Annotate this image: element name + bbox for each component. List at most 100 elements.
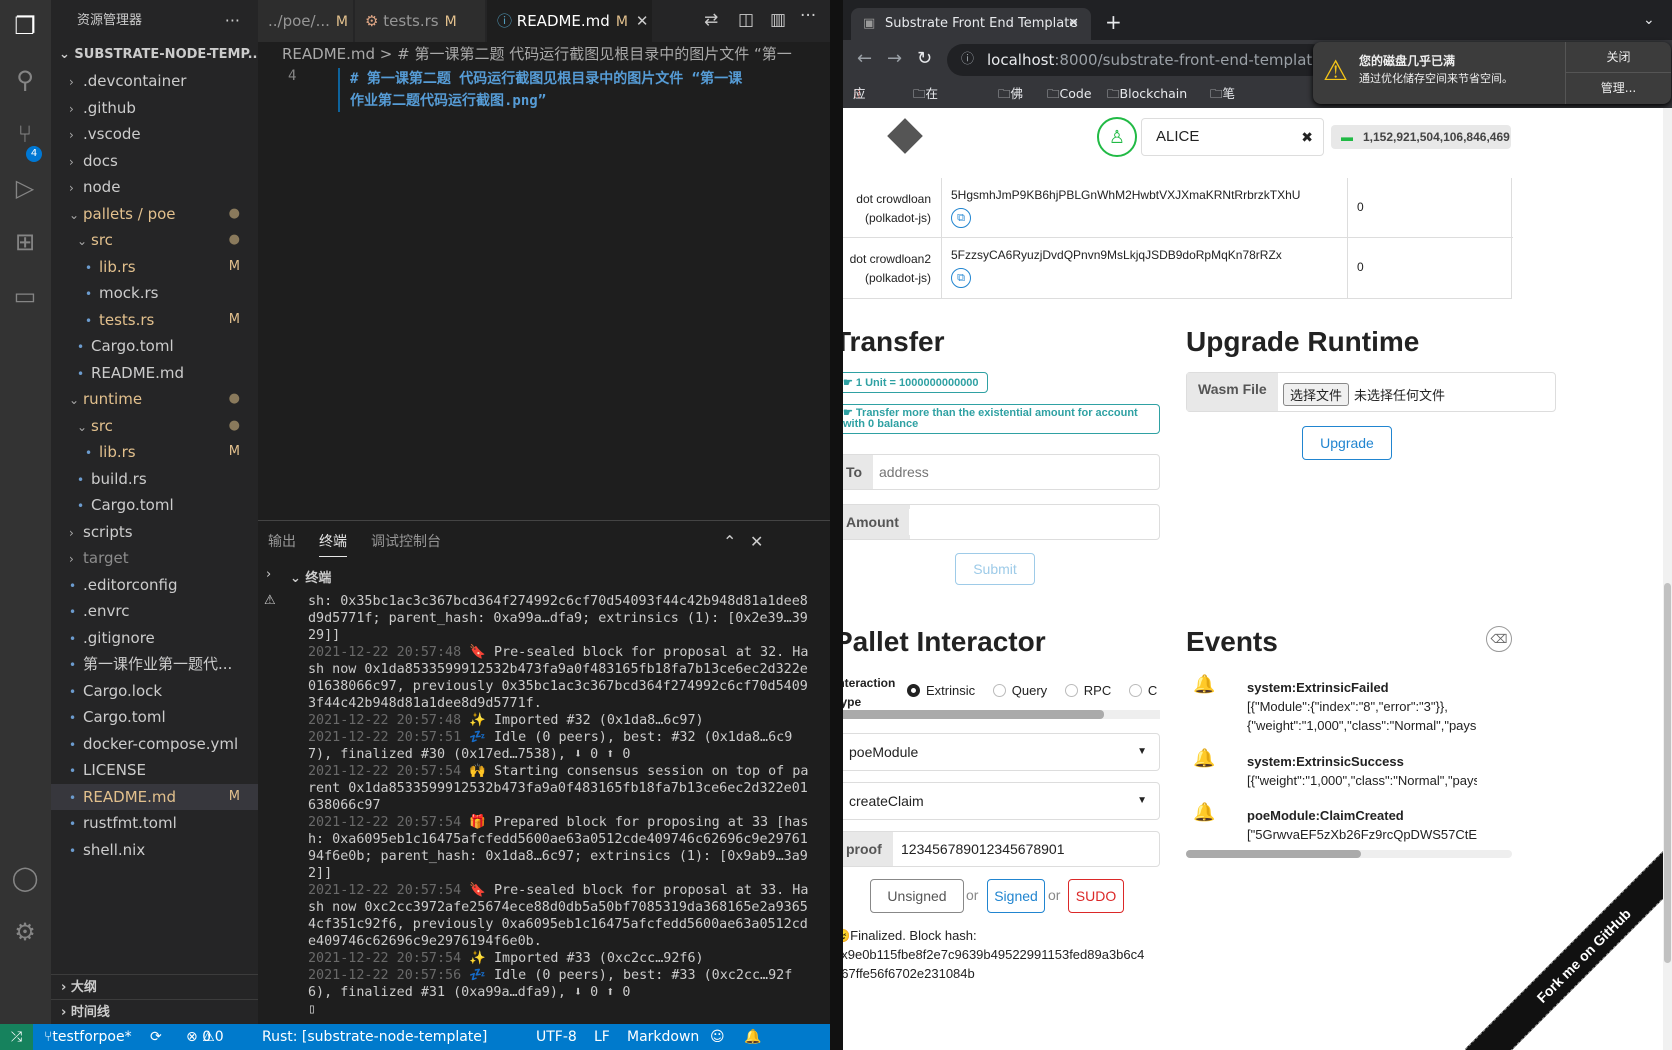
open-changes-icon[interactable]: ⇄ xyxy=(704,10,718,30)
tree-file[interactable]: • docker-compose.yml xyxy=(51,731,258,758)
tab-tests-rs[interactable]: ⚙ tests.rs M xyxy=(355,0,485,42)
tab-close-icon[interactable]: ✕ xyxy=(1068,8,1079,40)
explorer-icon[interactable]: ❐ xyxy=(9,10,41,42)
new-tab-icon[interactable]: + xyxy=(1105,10,1122,34)
split-editor-icon[interactable]: ▥ xyxy=(770,10,786,30)
tree-file[interactable]: • rustfmt.toml xyxy=(51,810,258,837)
tree-folder[interactable]: ⌄ runtime ● xyxy=(51,386,258,413)
manage-button[interactable]: 管理... xyxy=(1565,73,1671,104)
bookmark-folder[interactable]: 🗀 佛 xyxy=(998,80,1023,108)
extensions-icon[interactable]: ⊞ xyxy=(9,226,41,258)
events-scrollbar[interactable] xyxy=(1186,850,1512,858)
radio-query[interactable]: Query xyxy=(992,683,1047,698)
bookmark-folder[interactable]: 🗀 在线课堂 xyxy=(913,80,938,185)
remote-icon[interactable]: ⤮ xyxy=(0,1024,33,1050)
page-scrollbar[interactable] xyxy=(1663,108,1672,1050)
tree-file[interactable]: • README.md M xyxy=(51,783,258,810)
tree-folder[interactable]: › .github xyxy=(51,95,258,122)
radio-rpc[interactable]: RPC xyxy=(1064,683,1111,698)
terminal-output[interactable]: sh: 0x35bc1ac3c367bcd364f274992c6cf70d54… xyxy=(308,593,810,1025)
problems-indicator[interactable]: ⊗ 0 ⚠ 0 xyxy=(186,1024,224,1050)
tree-file[interactable]: • .envrc xyxy=(51,598,258,625)
tree-folder[interactable]: › target xyxy=(51,545,258,572)
fork-ribbon[interactable]: Fork me on GitHub xyxy=(1464,836,1672,1050)
eraser-icon[interactable]: ⌫ xyxy=(1486,626,1512,652)
tree-folder[interactable]: › .devcontainer xyxy=(51,68,258,95)
choose-file-button[interactable]: 选择文件 xyxy=(1283,383,1350,406)
tree-file[interactable]: • tests.rs M xyxy=(51,307,258,334)
project-root[interactable]: ⌄ SUBSTRATE-NODE-TEMP... xyxy=(51,42,258,68)
tree-folder[interactable]: ⌄ pallets / poe ● xyxy=(51,201,258,228)
preview-icon[interactable]: ◫ xyxy=(738,10,754,30)
address-bar[interactable]: ⓘ localhost:8000/substrate-front-end-tem… xyxy=(947,44,1327,76)
tree-file[interactable]: • .editorconfig xyxy=(51,572,258,599)
tab-debug-console[interactable]: 调试控制台 xyxy=(371,521,441,563)
amount-input[interactable] xyxy=(909,509,1149,535)
more-actions-icon[interactable]: ··· xyxy=(225,0,240,42)
upgrade-button[interactable]: Upgrade xyxy=(1302,426,1392,460)
notifications-icon[interactable]: 🔔 xyxy=(744,1024,761,1050)
tree-file[interactable]: • README.md xyxy=(51,360,258,387)
sync-icon[interactable]: ⟳ xyxy=(150,1024,162,1050)
radio-constant[interactable]: C xyxy=(1128,683,1157,698)
tree-file[interactable]: • Cargo.toml xyxy=(51,333,258,360)
forward-icon[interactable]: → xyxy=(887,48,902,69)
signed-button[interactable]: Signed xyxy=(987,879,1045,913)
reload-icon[interactable]: ↻ xyxy=(917,48,932,69)
tree-folder[interactable]: › scripts xyxy=(51,519,258,546)
more-icon[interactable]: ··· xyxy=(800,6,816,26)
outline-section[interactable]: › 大纲 xyxy=(51,974,258,999)
submit-button[interactable]: Submit xyxy=(955,553,1035,585)
run-debug-icon[interactable]: ▷ xyxy=(9,172,41,204)
rust-status[interactable]: Rust: [substrate-node-template] xyxy=(262,1024,487,1050)
horizontal-scrollbar[interactable] xyxy=(843,710,1160,719)
tree-folder[interactable]: › docs xyxy=(51,148,258,175)
tree-file[interactable]: • Cargo.toml xyxy=(51,704,258,731)
settings-gear-icon[interactable]: ⚙ xyxy=(9,916,41,948)
tree-file[interactable]: • Cargo.toml xyxy=(51,492,258,519)
account-selector[interactable]: ALICE ✖ xyxy=(1141,118,1324,156)
line-ending[interactable]: LF xyxy=(594,1024,610,1050)
tree-file[interactable]: • Cargo.lock xyxy=(51,678,258,705)
terminal-header[interactable]: ⌄ 终端 xyxy=(290,567,331,586)
bookmark-folder[interactable]: 🗀 Blockchain xyxy=(1107,80,1187,108)
git-branch[interactable]: ⑂ testforpoe* xyxy=(44,1024,132,1050)
tree-folder[interactable]: ⌄ src ● xyxy=(51,413,258,440)
tree-folder[interactable]: › .vscode xyxy=(51,121,258,148)
bookmark-folder[interactable]: 🗀 笔记站点 xyxy=(1210,80,1235,185)
feedback-icon[interactable]: ☺ xyxy=(710,1024,725,1050)
encoding[interactable]: UTF-8 xyxy=(536,1024,577,1050)
editor-area[interactable]: 4 # 第一课第二题 代码运行截图见根目录中的图片文件 “第一课 作业第二题代码… xyxy=(258,66,830,520)
sudo-button[interactable]: SUDO xyxy=(1068,879,1124,913)
bookmark-folder[interactable]: 🗀 Code xyxy=(1047,80,1092,108)
scrollbar-thumb[interactable] xyxy=(843,710,1104,719)
address-input[interactable] xyxy=(879,459,1149,485)
tree-file[interactable]: • .gitignore xyxy=(51,625,258,652)
maximize-panel-icon[interactable]: ⌃ xyxy=(723,521,736,563)
tab-poe[interactable]: ../poe/... M xyxy=(258,0,353,42)
tree-file[interactable]: • 第一课作业第一题代... xyxy=(51,651,258,678)
tree-file[interactable]: • build.rs xyxy=(51,466,258,493)
scrollbar-thumb[interactable] xyxy=(1186,850,1361,858)
back-icon[interactable]: ← xyxy=(857,48,872,69)
remote-explorer-icon[interactable]: ▭ xyxy=(9,280,41,312)
close-button[interactable]: 关闭 xyxy=(1565,42,1671,73)
tab-output[interactable]: 输出 xyxy=(268,521,296,563)
copy-icon[interactable]: ⧉ xyxy=(951,208,971,228)
tree-file[interactable]: • LICENSE xyxy=(51,757,258,784)
scrollbar-thumb[interactable] xyxy=(1664,583,1671,963)
tab-terminal[interactable]: 终端 xyxy=(319,521,347,557)
radio-extrinsic[interactable]: Extrinsic xyxy=(907,683,975,698)
source-control-icon[interactable]: ⑂ xyxy=(9,118,41,150)
close-panel-icon[interactable]: ✕ xyxy=(750,521,763,563)
tree-file[interactable]: • mock.rs xyxy=(51,280,258,307)
tab-readme[interactable]: ⓘ README.md M ✕ xyxy=(487,0,652,42)
tree-folder[interactable]: › node xyxy=(51,174,258,201)
proof-input[interactable]: 123456789012345678901 xyxy=(901,832,1065,866)
breadcrumb[interactable]: README.md > # 第一课第二题 代码运行截图见根目录中的图片文件 “第… xyxy=(258,42,830,66)
tree-folder[interactable]: ⌄ src ● xyxy=(51,227,258,254)
language-mode[interactable]: Markdown xyxy=(627,1024,699,1050)
tab-search-icon[interactable]: ⌄ xyxy=(1643,12,1655,28)
chevron-right-icon[interactable]: › xyxy=(266,567,271,582)
tree-file[interactable]: • lib.rs M xyxy=(51,254,258,281)
